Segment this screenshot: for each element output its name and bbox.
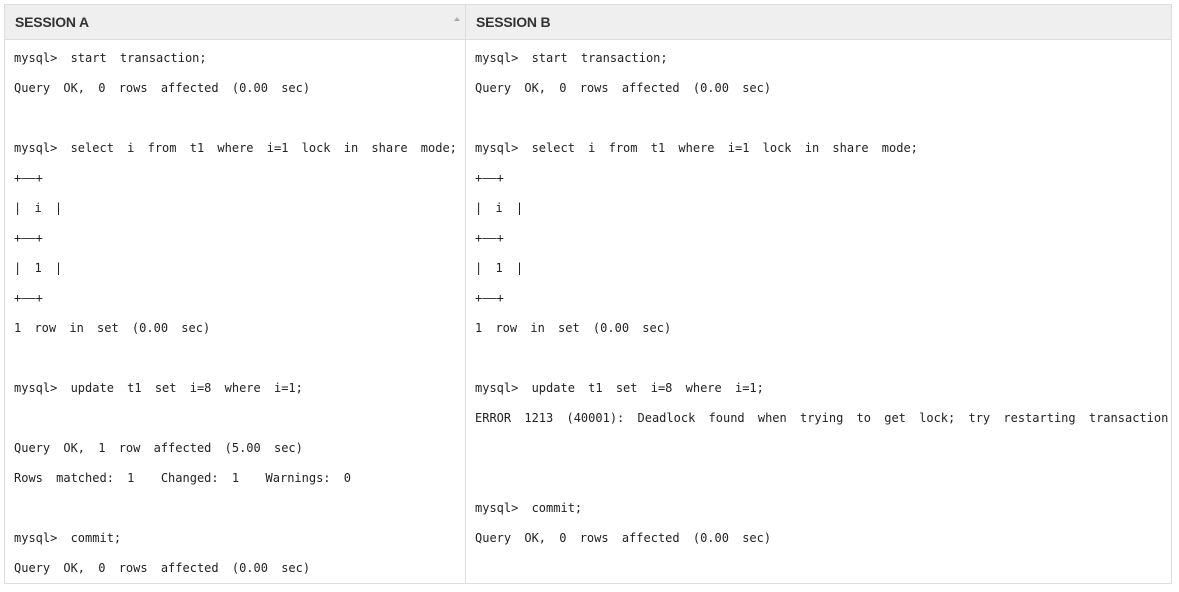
console-line: +——+ (475, 171, 504, 185)
console-line: mysql> update t1 set i=8 where i=1; (475, 381, 764, 395)
column-header-session-b[interactable]: SESSION B (466, 5, 1171, 39)
sort-asc-icon[interactable] (454, 17, 460, 21)
console-line: +——+ (475, 291, 504, 305)
console-line: | i | (14, 201, 63, 215)
session-comparison-table: SESSION A SESSION B mysql> start transac… (4, 4, 1172, 584)
table-header-row: SESSION A SESSION B (5, 5, 1171, 40)
column-header-label: SESSION B (476, 14, 551, 30)
console-line: +——+ (475, 231, 504, 245)
table-body-row: mysql> start transaction; Query OK, 0 row… (5, 40, 1171, 583)
console-line: Query OK, 1 row affected (5.00 sec) (14, 441, 303, 455)
column-header-session-a[interactable]: SESSION A (5, 5, 466, 39)
console-line: mysql> commit; (475, 501, 583, 515)
console-line: | i | (475, 201, 524, 215)
console-line: mysql> update t1 set i=8 where i=1; (14, 381, 303, 395)
console-line: 1 row in set (0.00 sec) (475, 321, 672, 335)
console-line: +——+ (14, 291, 43, 305)
session-b-cell: mysql> start transaction; Query OK, 0 row… (466, 40, 1171, 583)
console-line: Query OK, 0 rows affected (0.00 sec) (14, 81, 311, 95)
console-line: 1 row in set (0.00 sec) (14, 321, 211, 335)
console-line: | 1 | (475, 261, 524, 275)
console-line: mysql> start transaction; (475, 51, 668, 65)
column-header-label: SESSION A (15, 14, 89, 30)
console-line: Query OK, 0 rows affected (0.00 sec) (14, 561, 311, 575)
session-a-cell: mysql> start transaction; Query OK, 0 row… (5, 40, 466, 583)
console-line: mysql> start transaction; (14, 51, 207, 65)
console-line: Rows matched: 1 Changed: 1 Warnings: 0 (14, 471, 351, 485)
console-line: mysql> select i from t1 where i=1 lock i… (475, 141, 918, 155)
console-line: mysql> commit; (14, 531, 122, 545)
console-line: Query OK, 0 rows affected (0.00 sec) (475, 531, 772, 545)
console-line: mysql> select i from t1 where i=1 lock i… (14, 141, 457, 155)
console-line: ERROR 1213 (40001): Deadlock found when … (475, 411, 1169, 425)
console-line: Query OK, 0 rows affected (0.00 sec) (475, 81, 772, 95)
console-line: +——+ (14, 171, 43, 185)
console-line: | 1 | (14, 261, 63, 275)
console-line: +——+ (14, 231, 43, 245)
